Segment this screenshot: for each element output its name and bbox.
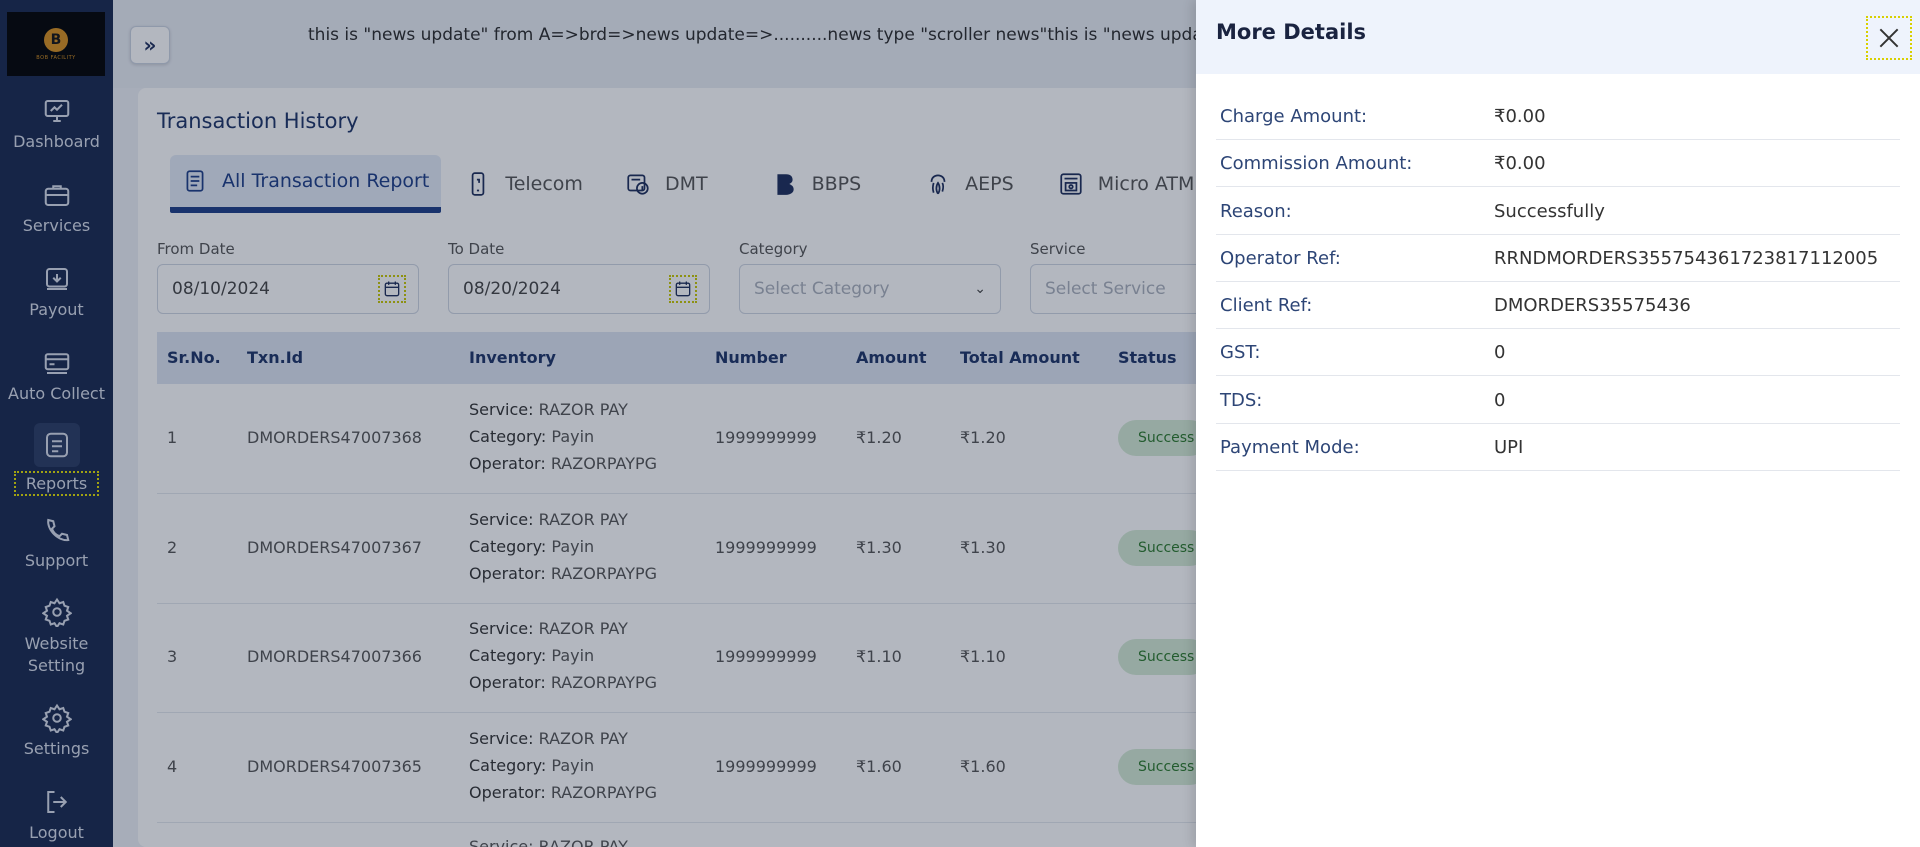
detail-key: Client Ref: — [1220, 295, 1313, 316]
detail-value: 0 — [1494, 342, 1506, 363]
drawer-title: More Details — [1216, 20, 1367, 44]
detail-value: UPI — [1494, 437, 1524, 458]
detail-value: ₹0.00 — [1494, 106, 1546, 127]
modal-backdrop[interactable] — [0, 0, 1196, 847]
detail-key: Operator Ref: — [1220, 248, 1341, 269]
detail-row-operator-ref: Operator Ref: RRNDMORDERS355754361723817… — [1216, 235, 1900, 282]
detail-key: Payment Mode: — [1220, 437, 1360, 458]
close-icon — [1879, 28, 1899, 48]
detail-key: TDS: — [1220, 390, 1263, 411]
detail-key: Commission Amount: — [1220, 153, 1413, 174]
drawer-header: More Details — [1196, 0, 1920, 74]
detail-value: 0 — [1494, 390, 1506, 411]
detail-row-commission-amount: Commission Amount: ₹0.00 — [1216, 140, 1900, 187]
detail-row-reason: Reason: Successfully — [1216, 188, 1900, 235]
detail-row-gst: GST: 0 — [1216, 329, 1900, 376]
detail-key: Charge Amount: — [1220, 106, 1368, 127]
details-drawer: More Details Charge Amount: ₹0.00 Commis… — [1196, 0, 1920, 847]
close-button[interactable] — [1866, 16, 1912, 60]
detail-value: Successfully — [1494, 201, 1605, 222]
detail-row-payment-mode: Payment Mode: UPI — [1216, 424, 1900, 471]
detail-row-tds: TDS: 0 — [1216, 377, 1900, 424]
detail-row-charge-amount: Charge Amount: ₹0.00 — [1216, 93, 1900, 140]
detail-row-client-ref: Client Ref: DMORDERS35575436 — [1216, 282, 1900, 329]
detail-value: DMORDERS35575436 — [1494, 295, 1691, 316]
detail-key: Reason: — [1220, 201, 1292, 222]
detail-value: ₹0.00 — [1494, 153, 1546, 174]
detail-value: RRNDMORDERS355754361723817112005 — [1494, 248, 1879, 269]
detail-key: GST: — [1220, 342, 1261, 363]
